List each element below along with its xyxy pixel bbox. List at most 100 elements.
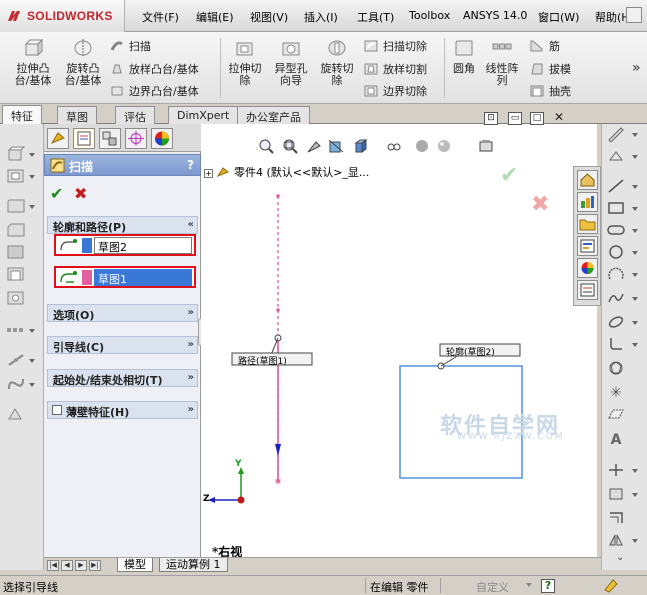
rib-button[interactable]: 筋 [530, 38, 560, 54]
menu-edit[interactable]: 编辑(E) [196, 9, 234, 25]
ok-button[interactable]: ✔ [50, 184, 63, 203]
menu-toolbox[interactable]: Toolbox [409, 9, 450, 22]
ellipse-icon[interactable] [607, 314, 625, 330]
units-dropdown[interactable]: 自定义 [476, 579, 509, 595]
extrude-cut-icon[interactable] [6, 168, 26, 184]
extrude-boss-button[interactable]: 拉伸凸 台/基体 [10, 38, 56, 87]
revolve-boss-button[interactable]: 旋转凸 台/基体 [60, 38, 106, 87]
polygon-icon[interactable] [607, 360, 625, 376]
menu-window[interactable]: 窗口(W) [538, 9, 579, 25]
path-field[interactable]: 草图1 [94, 269, 192, 286]
loft-cut-button[interactable]: 放样切割 [364, 61, 427, 77]
chevron-down-icon[interactable]: ⌄ [616, 552, 624, 563]
chevron-down-icon[interactable] [29, 329, 35, 333]
shell-button[interactable]: 抽壳 [530, 83, 571, 99]
chamfer-icon[interactable] [6, 222, 26, 238]
plane-icon[interactable] [607, 406, 625, 422]
cancel-button[interactable]: ✖ [74, 184, 87, 203]
next-tab-icon[interactable]: ▶ [75, 560, 87, 571]
mirror-icon[interactable] [607, 532, 625, 548]
configuration-tab[interactable] [99, 128, 121, 149]
options-group[interactable]: 选项(O) » [47, 304, 198, 322]
chevron-down-icon[interactable] [29, 153, 35, 157]
chevron-down-icon[interactable] [632, 207, 638, 211]
chevron-down-icon[interactable] [632, 493, 638, 497]
previous-tab-icon[interactable]: ◀ [61, 560, 73, 571]
chevron-down-icon[interactable] [29, 383, 35, 387]
chevron-down-icon[interactable] [632, 251, 638, 255]
home-icon[interactable] [577, 170, 598, 190]
chevron-down-icon[interactable] [632, 297, 638, 301]
chevron-down-icon[interactable] [632, 229, 638, 233]
tab-office-products[interactable]: 办公室产品 [237, 106, 310, 124]
chevron-down-icon[interactable] [29, 359, 35, 363]
convert-entities-icon[interactable] [607, 486, 625, 502]
loft-boss-button[interactable]: 放样凸台/基体 [110, 61, 199, 77]
revolve-cut-button[interactable]: 旋转切 除 [316, 38, 358, 87]
feature-tree-tab[interactable] [47, 128, 69, 149]
chevron-down-icon[interactable] [632, 185, 638, 189]
curves-icon[interactable] [6, 376, 26, 392]
rectangle-icon[interactable] [607, 200, 625, 216]
chevron-down-icon[interactable] [29, 175, 35, 179]
menu-tools[interactable]: 工具(T) [357, 9, 394, 25]
fillet-icon[interactable] [6, 198, 26, 214]
sketch-fillet-icon[interactable] [607, 336, 625, 352]
chevron-down-icon[interactable] [632, 155, 638, 159]
chevron-down-icon[interactable] [632, 273, 638, 277]
menu-insert[interactable]: 插入(I) [304, 9, 338, 25]
linear-pattern-button[interactable]: 线性阵 列 [482, 38, 522, 87]
slot-icon[interactable] [607, 222, 625, 238]
offset-entities-icon[interactable] [607, 510, 625, 526]
tab-dimxpert[interactable]: DimXpert [168, 106, 239, 124]
fillet-button[interactable]: 圆角 [448, 38, 480, 75]
custom-properties-icon[interactable] [577, 280, 598, 300]
chevron-down-icon[interactable] [632, 343, 638, 347]
thin-feature-checkbox[interactable] [52, 405, 62, 415]
tangency-group[interactable]: 起始处/结束处相切(T) » [47, 369, 198, 387]
dimxpert-tab[interactable] [125, 128, 147, 149]
sweep-button[interactable]: 扫描 [110, 38, 151, 54]
thin-feature-group[interactable]: 薄壁特征(H) » [47, 401, 198, 419]
file-explorer-icon[interactable] [577, 236, 598, 256]
circle-icon[interactable] [607, 244, 625, 260]
first-tab-icon[interactable]: |◀ [47, 560, 59, 571]
chevron-down-icon[interactable] [632, 321, 638, 325]
boundary-boss-button[interactable]: 边界凸台/基体 [110, 83, 199, 99]
chevron-down-icon[interactable] [526, 583, 532, 587]
solidworks-logo[interactable]: SOLIDWORKS [0, 0, 125, 32]
spline-icon[interactable] [607, 290, 625, 306]
chevron-down-icon[interactable] [632, 469, 638, 473]
appearances-icon[interactable] [577, 258, 598, 278]
point-icon[interactable]: ✳ [607, 384, 625, 400]
resources-icon[interactable] [577, 192, 598, 212]
tab-model[interactable]: 模型 [117, 558, 153, 572]
display-manager-tab[interactable] [151, 128, 173, 149]
sweep-cut-button[interactable]: 扫描切除 [364, 38, 427, 54]
tab-motion-study[interactable]: 运动算例 1 [159, 558, 228, 572]
pin-icon[interactable] [626, 7, 642, 23]
rib-icon[interactable] [6, 244, 26, 260]
tab-evaluate[interactable]: 评估 [115, 106, 155, 124]
help-icon[interactable]: ? [541, 579, 555, 593]
property-manager-tab[interactable] [73, 128, 95, 149]
menu-file[interactable]: 文件(F) [142, 9, 179, 25]
chevron-down-icon[interactable] [632, 539, 638, 543]
chevron-down-icon[interactable] [632, 133, 638, 137]
menu-view[interactable]: 视图(V) [250, 9, 288, 25]
chevron-down-icon[interactable] [29, 205, 35, 209]
shell-icon[interactable] [6, 266, 26, 282]
chevron-right-icon[interactable]: » [632, 60, 641, 76]
extrude-cut-button[interactable]: 拉伸切 除 [224, 38, 266, 87]
instant3d-icon[interactable] [6, 406, 26, 422]
guide-curves-group[interactable]: 引导线(C) » [47, 336, 198, 354]
profile-field[interactable]: 草图2 [94, 237, 192, 254]
extrude-boss-icon[interactable] [6, 146, 26, 162]
reference-geometry-icon[interactable] [6, 352, 26, 368]
menu-ansys[interactable]: ANSYS 14.0 [463, 9, 527, 22]
hole-icon[interactable] [6, 290, 26, 306]
last-tab-icon[interactable]: ▶| [89, 560, 101, 571]
hole-wizard-button[interactable]: 异型孔 向导 [270, 38, 312, 87]
draft-button[interactable]: 拔模 [530, 61, 571, 77]
help-button[interactable]: ? [187, 158, 194, 172]
